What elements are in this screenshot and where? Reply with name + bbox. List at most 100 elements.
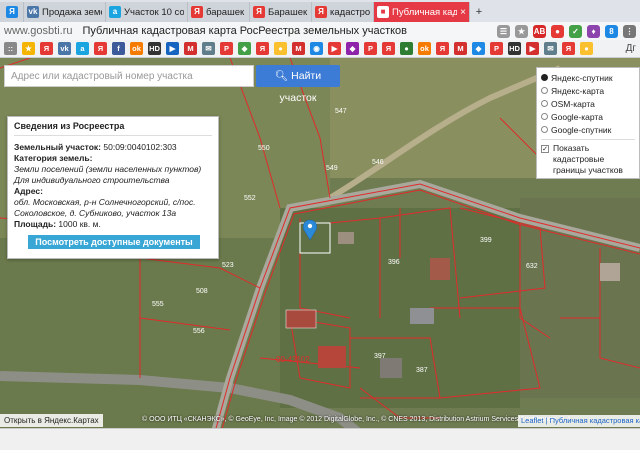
area-row: Площадь: 1000 кв. м. [14, 219, 212, 230]
address-line-1: обл. Московская, р-н Солнечногорский, с/… [14, 197, 212, 208]
bookmark-icon[interactable]: Я [382, 42, 395, 55]
category-label-text: Категория земель: [14, 153, 93, 163]
radio-icon[interactable] [541, 100, 548, 107]
parcel-number: 546 [372, 159, 384, 166]
layer-option-google-satellite[interactable]: Google-спутник [541, 123, 635, 136]
bookmark-icon[interactable]: P [364, 42, 377, 55]
adblock-icon[interactable]: AB [533, 24, 546, 38]
bookmark-icon[interactable]: ok [130, 42, 143, 55]
find-parcel-button[interactable]: 🔍︎ Найти участок [256, 65, 340, 104]
bookmark-icon[interactable]: ● [580, 42, 593, 55]
bookmark-icon[interactable]: ◆ [346, 42, 359, 55]
bookmark-icon[interactable]: Я [562, 42, 575, 55]
tab-label: Участок 10 сот. [124, 6, 184, 18]
extension-icon[interactable]: ● [551, 24, 564, 38]
parcel-number: 397 [374, 353, 386, 360]
address-line-2-text: Соколовское, д. Субниково, участок 13а [14, 208, 177, 218]
apps-icon[interactable]: :: [4, 42, 17, 55]
layer-option-yandex-map[interactable]: Яндекс-карта [541, 84, 635, 97]
tab-avito[interactable]: a Участок 10 сот. [106, 2, 188, 22]
map-icon: ■ [377, 6, 389, 18]
radio-icon[interactable] [541, 113, 548, 120]
bookmark-icon[interactable]: vk [58, 42, 71, 55]
bookmark-icon[interactable]: a [76, 42, 89, 55]
extension-icon[interactable]: ✓ [569, 24, 582, 38]
bookmark-icon[interactable]: ok [418, 42, 431, 55]
layer-option-google-map[interactable]: Google-карта [541, 110, 635, 123]
open-in-yandex-link[interactable]: Открыть в Яндекс.Картах [0, 414, 103, 427]
tab-search-2[interactable]: Я Барашек Шон Ро [250, 2, 312, 22]
search-icon: 🔍︎ [274, 70, 289, 82]
address-line-1-text: обл. Московская, р-н Солнечногорский, с/… [14, 197, 196, 207]
bookmark-icon[interactable]: ● [274, 42, 287, 55]
new-tab-button[interactable]: + [470, 2, 488, 22]
tab-label: Публичная када [392, 6, 458, 18]
bookmark-icon[interactable]: ✉ [202, 42, 215, 55]
category-value-text: Земли поселений (земли населенных пункто… [14, 164, 202, 174]
tab-search-1[interactable]: Я барашек шон со [188, 2, 250, 22]
menu-icon[interactable]: ⋮ [623, 24, 636, 38]
star-icon[interactable]: ★ [515, 24, 528, 38]
bookmark-icon[interactable]: ★ [22, 42, 35, 55]
bottom-bar [0, 428, 640, 450]
radio-icon[interactable] [541, 126, 548, 133]
bookmark-icon[interactable]: M [184, 42, 197, 55]
bookmark-icon[interactable]: ◆ [472, 42, 485, 55]
layer-option-osm[interactable]: OSM-карта [541, 97, 635, 110]
address-bar[interactable]: www.gosbti.ru Публичная кадастровая карт… [0, 22, 640, 40]
show-boundaries-toggle[interactable]: ✓ Показать кадастровые границы участков [541, 143, 635, 176]
bookmark-icon[interactable]: M [454, 42, 467, 55]
extension-icons: ☰ ★ AB ● ✓ ♦ 8 ⋮ [497, 24, 640, 38]
tab-search-3[interactable]: Я кадастровая сто [312, 2, 374, 22]
browser-window: Я vk Продажа земель a Участок 10 сот. Я … [0, 0, 640, 450]
extension-icon[interactable]: 8 [605, 24, 618, 38]
layer-option-yandex-satellite[interactable]: Яндекс-спутник [541, 71, 635, 84]
checkbox-icon[interactable]: ✓ [541, 145, 549, 153]
radio-icon[interactable] [541, 74, 548, 81]
layer-switcher: Яндекс-спутник Яндекс-карта OSM-карта Go… [536, 67, 640, 179]
radio-icon[interactable] [541, 87, 548, 94]
usage-value: Для индивидуального строительства [14, 175, 212, 186]
parcel-number: 556 [193, 328, 205, 335]
tab-label: кадастровая сто [330, 6, 370, 18]
parcel-number: 387 [416, 367, 428, 374]
tab-vk[interactable]: vk Продажа земель [24, 2, 106, 22]
bookmark-icon[interactable]: ● [400, 42, 413, 55]
yandex-search-icon: Я [191, 6, 203, 18]
address-line-2: Соколовское, д. Субниково, участок 13а [14, 208, 212, 219]
bookmark-icon[interactable]: M [292, 42, 305, 55]
reader-icon[interactable]: ☰ [497, 24, 510, 38]
parcel-number: 547 [335, 108, 347, 115]
tab-yandex[interactable]: Я [0, 2, 24, 22]
bookmark-icon[interactable]: Я [256, 42, 269, 55]
bookmark-icon[interactable]: ▶ [166, 42, 179, 55]
bookmark-icon[interactable]: HD [508, 42, 521, 55]
map-attribution[interactable]: Leaflet | Публичная кадастровая карта [518, 415, 640, 427]
close-tab-icon[interactable]: × [460, 7, 466, 18]
bookmark-icon[interactable]: Я [94, 42, 107, 55]
bookmark-icon[interactable]: ▶ [526, 42, 539, 55]
parcel-number: 549 [326, 165, 338, 172]
url-host[interactable]: www.gosbti.ru [4, 25, 72, 37]
bookmark-icon[interactable]: ▶ [328, 42, 341, 55]
bookmarks-more[interactable]: Дг [626, 43, 640, 54]
extension-icon[interactable]: ♦ [587, 24, 600, 38]
bookmark-icon[interactable]: P [490, 42, 503, 55]
bookmark-icon[interactable]: ◆ [238, 42, 251, 55]
parcel-number: 555 [152, 301, 164, 308]
view-documents-button[interactable]: Посмотреть доступные документы [28, 235, 200, 249]
tab-cadastral-map[interactable]: ■ Публичная када × [374, 2, 470, 22]
bookmark-icon[interactable]: P [220, 42, 233, 55]
category-value: Земли поселений (земли населенных пункто… [14, 164, 212, 175]
bookmark-icon[interactable]: ◉ [310, 42, 323, 55]
parcel-number: 508 [196, 288, 208, 295]
parcel-number: 552 [244, 195, 256, 202]
bookmark-icon[interactable]: HD [148, 42, 161, 55]
bookmark-icon[interactable]: Я [40, 42, 53, 55]
search-input[interactable] [4, 65, 254, 87]
bookmark-icon[interactable]: f [112, 42, 125, 55]
cadastral-map[interactable]: 547 550 546 549 552 523 508 555 556 399 … [0, 58, 640, 450]
parcel-number: 396 [388, 259, 400, 266]
bookmark-icon[interactable]: Я [436, 42, 449, 55]
bookmark-icon[interactable]: ✉ [544, 42, 557, 55]
